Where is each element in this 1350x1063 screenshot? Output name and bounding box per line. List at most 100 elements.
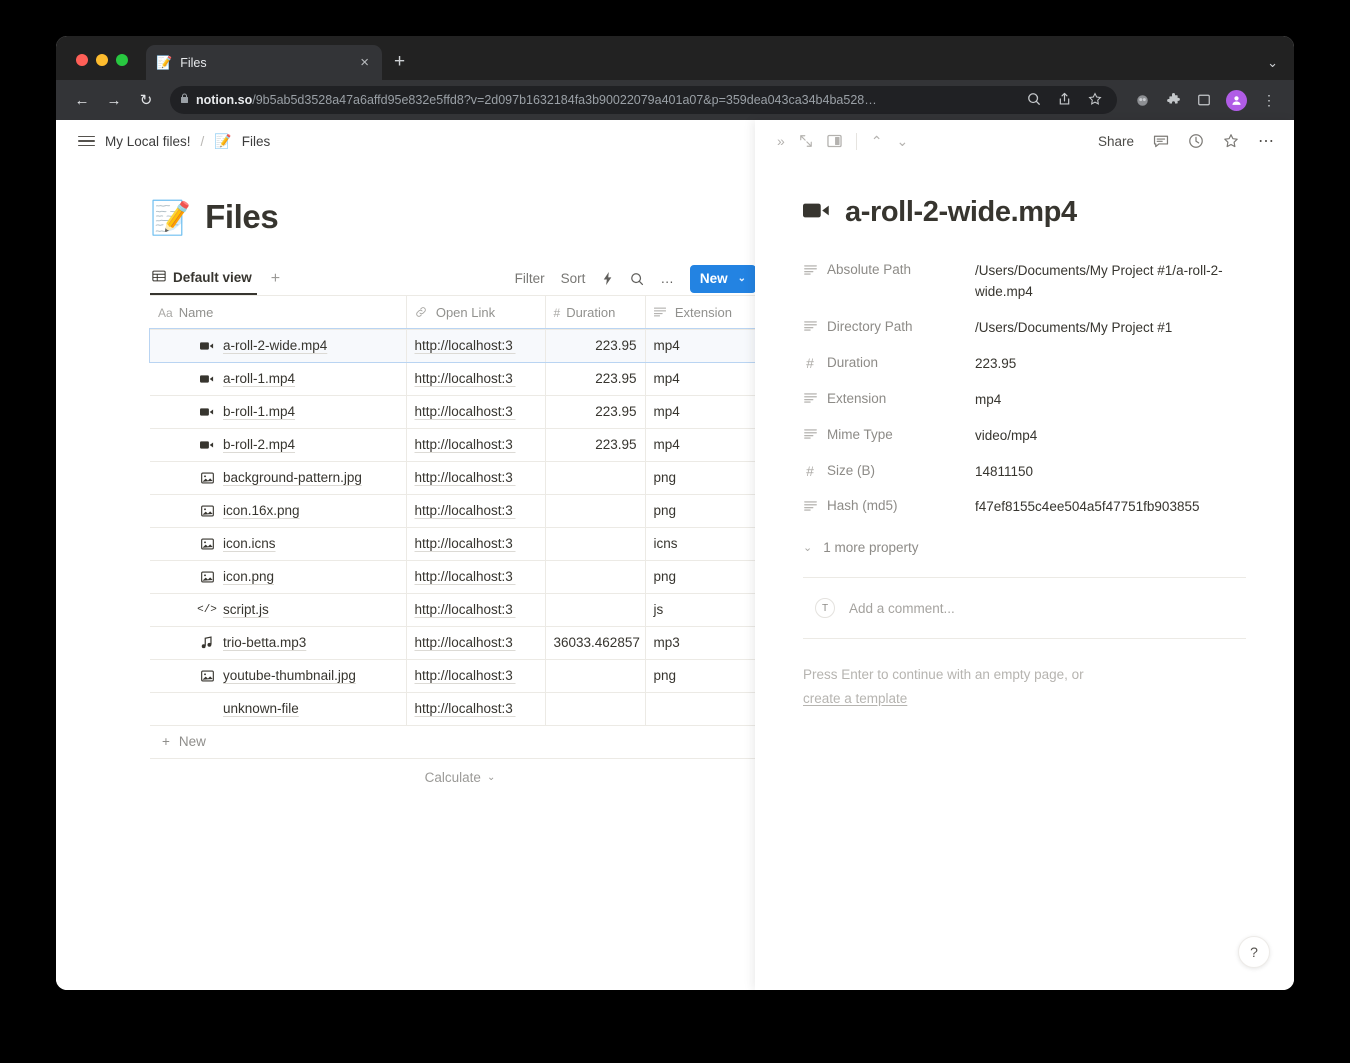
omnibox-search-icon[interactable]: [1022, 92, 1046, 109]
side-panel-icon[interactable]: [1191, 93, 1217, 107]
property-value[interactable]: /Users/Documents/My Project #1/a-roll-2-…: [975, 261, 1245, 303]
cell-duration[interactable]: [545, 560, 645, 593]
table-row[interactable]: youtube-thumbnail.jpghttp://localhost:3 …: [150, 659, 755, 692]
new-tab-button[interactable]: +: [394, 52, 405, 71]
add-row-button[interactable]: + New: [150, 726, 755, 759]
reload-button[interactable]: ↻: [132, 86, 160, 114]
tab-list-icon[interactable]: ⌄: [1267, 55, 1278, 71]
more-actions-icon[interactable]: ⋯: [1258, 131, 1274, 151]
property-label[interactable]: Mime Type: [803, 426, 975, 442]
cell-duration[interactable]: 223.95: [545, 362, 645, 395]
cell-name[interactable]: a-roll-1.mp4: [150, 362, 406, 395]
cell-duration[interactable]: [545, 461, 645, 494]
column-header-duration[interactable]: #Duration: [545, 296, 645, 329]
cell-extension[interactable]: png: [645, 461, 755, 494]
cell-duration[interactable]: [545, 659, 645, 692]
property-value[interactable]: video/mp4: [975, 426, 1245, 447]
cell-duration[interactable]: 223.95: [545, 428, 645, 461]
property-label[interactable]: Extension: [803, 390, 975, 406]
cell-name[interactable]: trio-betta.mp3: [150, 626, 406, 659]
cell-name[interactable]: a-roll-2-wide.mp4: [150, 329, 406, 362]
cell-name[interactable]: icon.16x.png: [150, 494, 406, 527]
tab-default-view[interactable]: Default view: [150, 262, 257, 295]
cell-open-link[interactable]: http://localhost:3: [406, 560, 545, 593]
table-row[interactable]: trio-betta.mp3http://localhost:3 36033.4…: [150, 626, 755, 659]
forward-button[interactable]: →: [100, 86, 128, 114]
property-label[interactable]: Absolute Path: [803, 261, 975, 277]
cell-open-link[interactable]: http://localhost:3: [406, 626, 545, 659]
cell-extension[interactable]: mp4: [645, 428, 755, 461]
property-value[interactable]: f47ef8155c4ee504a5f47751fb903855: [975, 497, 1245, 518]
table-row[interactable]: unknown-filehttp://localhost:3: [150, 692, 755, 725]
cell-extension[interactable]: js: [645, 593, 755, 626]
filter-button[interactable]: Filter: [515, 271, 545, 286]
more-properties-toggle[interactable]: ⌄ 1 more property: [803, 540, 1246, 555]
back-button[interactable]: ←: [68, 86, 96, 114]
table-row[interactable]: </>script.jshttp://localhost:3 js: [150, 593, 755, 626]
table-row[interactable]: icon.icnshttp://localhost:3 icns: [150, 527, 755, 560]
puzzle-extension-icon[interactable]: [1160, 93, 1187, 108]
cell-name[interactable]: unknown-file: [150, 692, 406, 725]
sidebar-toggle-icon[interactable]: [78, 136, 95, 147]
cell-extension[interactable]: mp3: [645, 626, 755, 659]
cell-duration[interactable]: [545, 494, 645, 527]
table-row[interactable]: icon.pnghttp://localhost:3 png: [150, 560, 755, 593]
cell-open-link[interactable]: http://localhost:3: [406, 659, 545, 692]
favorite-star-icon[interactable]: [1223, 133, 1239, 149]
collapse-panel-icon[interactable]: »: [777, 133, 785, 149]
cell-name[interactable]: b-roll-1.mp4: [150, 395, 406, 428]
close-tab-icon[interactable]: ×: [357, 55, 372, 70]
browser-menu-icon[interactable]: ⋮: [1256, 92, 1282, 109]
cell-open-link[interactable]: http://localhost:3: [406, 395, 545, 428]
help-button[interactable]: ?: [1238, 936, 1270, 968]
calculate-row[interactable]: Calculate ⌄: [150, 759, 755, 797]
profile-avatar[interactable]: [1226, 90, 1247, 111]
column-header-name[interactable]: AaName: [150, 296, 406, 329]
address-bar[interactable]: notion.so/9b5ab5d3528a47a6affd95e832e5ff…: [170, 86, 1117, 114]
property-value[interactable]: 14811150: [975, 462, 1245, 483]
cell-duration[interactable]: 36033.462857: [545, 626, 645, 659]
table-row[interactable]: a-roll-2-wide.mp4http://localhost:3 223.…: [150, 329, 755, 362]
cell-extension[interactable]: png: [645, 659, 755, 692]
sort-button[interactable]: Sort: [561, 271, 586, 286]
table-row[interactable]: background-pattern.jpghttp://localhost:3…: [150, 461, 755, 494]
new-record-button[interactable]: New ⌄: [690, 265, 755, 293]
property-value[interactable]: mp4: [975, 390, 1245, 411]
cell-extension[interactable]: mp4: [645, 395, 755, 428]
cell-name[interactable]: icon.icns: [150, 527, 406, 560]
cell-open-link[interactable]: http://localhost:3: [406, 362, 545, 395]
table-row[interactable]: icon.16x.pnghttp://localhost:3 png: [150, 494, 755, 527]
close-window-button[interactable]: [76, 54, 88, 66]
cell-open-link[interactable]: http://localhost:3: [406, 428, 545, 461]
minimize-window-button[interactable]: [96, 54, 108, 66]
cell-duration[interactable]: [545, 527, 645, 560]
property-label[interactable]: #Duration: [803, 354, 975, 371]
property-value[interactable]: /Users/Documents/My Project #1: [975, 318, 1245, 339]
expand-fullscreen-icon[interactable]: [799, 134, 813, 148]
share-page-icon[interactable]: [1053, 92, 1076, 109]
page-emoji-icon[interactable]: 📝: [150, 201, 191, 234]
cell-open-link[interactable]: http://localhost:3: [406, 527, 545, 560]
cell-duration[interactable]: 223.95: [545, 329, 645, 362]
add-comment-row[interactable]: T Add a comment...: [803, 578, 1246, 638]
cell-name[interactable]: icon.png: [150, 560, 406, 593]
comment-icon[interactable]: [1153, 134, 1169, 149]
add-view-button[interactable]: +: [271, 270, 280, 288]
chevron-down-icon[interactable]: ⌄: [738, 273, 746, 284]
cell-extension[interactable]: mp4: [645, 329, 755, 362]
cell-open-link[interactable]: http://localhost:3: [406, 329, 545, 362]
cell-name[interactable]: </>script.js: [150, 593, 406, 626]
breadcrumb-workspace[interactable]: My Local files!: [105, 134, 191, 149]
cell-name[interactable]: b-roll-2.mp4: [150, 428, 406, 461]
next-record-icon[interactable]: ⌄: [897, 133, 909, 150]
browser-tab[interactable]: 📝 Files ×: [146, 45, 382, 80]
bookmark-star-icon[interactable]: [1083, 92, 1107, 109]
cell-open-link[interactable]: http://localhost:3: [406, 593, 545, 626]
property-label[interactable]: #Size (B): [803, 462, 975, 479]
brain-extension-icon[interactable]: [1129, 93, 1156, 108]
cell-extension[interactable]: mp4: [645, 362, 755, 395]
cell-extension[interactable]: png: [645, 494, 755, 527]
table-row[interactable]: b-roll-2.mp4http://localhost:3 223.95mp4: [150, 428, 755, 461]
create-template-link[interactable]: create a template: [803, 691, 907, 706]
cell-extension[interactable]: icns: [645, 527, 755, 560]
